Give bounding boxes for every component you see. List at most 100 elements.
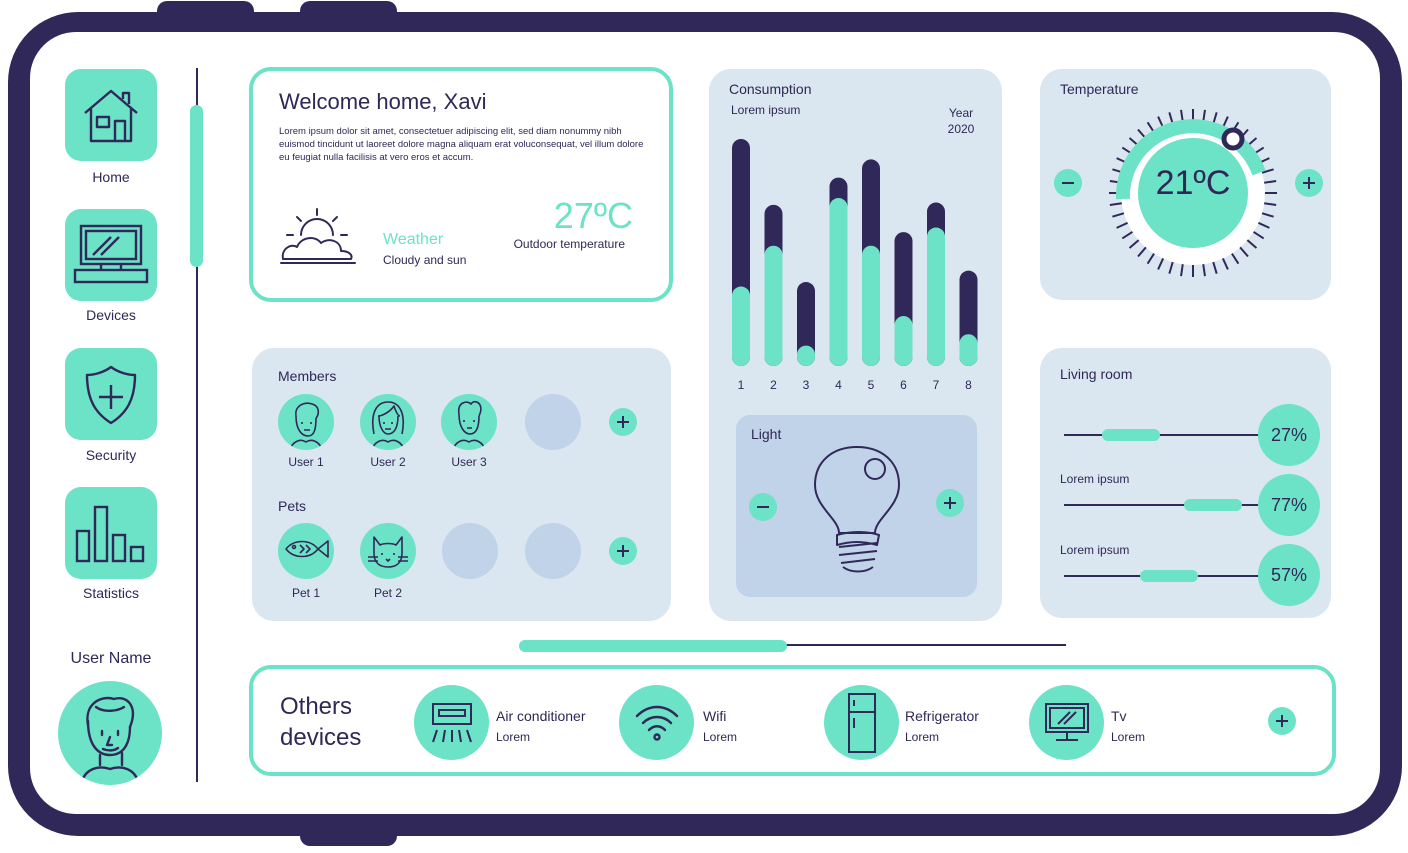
sidebar-item-security[interactable] [65,348,157,440]
pet-avatar-2[interactable] [360,523,416,579]
device-status: Lorem [703,730,738,744]
plus-icon [944,497,956,509]
dial-tick [1146,251,1156,265]
wifi-icon [635,705,678,741]
plus-icon [1303,177,1315,189]
chart-x-label: 7 [932,378,940,392]
slider-track [1064,434,1260,436]
user-label: User 1 [288,455,324,469]
user-avatar[interactable] [58,681,162,785]
chart-x-label: 6 [900,378,907,392]
consumption-bar-used [927,227,945,366]
slider-value: 57% [1258,544,1320,606]
consumption-bar-used [959,334,978,366]
user-label: User 3 [451,455,487,469]
dial-tick [1121,230,1135,240]
empty-member-slot[interactable] [525,394,581,450]
slider-label: Lorem ipsum [1060,543,1130,557]
tv-icon [1044,702,1089,741]
light-increase-button[interactable] [936,489,964,517]
chart-x-label: 8 [965,378,972,392]
slider-handle[interactable] [1184,499,1242,511]
light-control: Light [736,415,977,597]
consumption-chart [732,139,978,366]
welcome-body: Lorem ipsum dolor sit amet, consectetuer… [279,126,644,163]
cat-icon [368,536,408,568]
other-devices-title-line: devices [280,724,362,751]
add-device-button[interactable] [1268,707,1296,735]
slider-handle[interactable] [1140,570,1198,582]
dial-tick [1180,262,1185,277]
empty-pet-slot[interactable] [442,523,498,579]
device-air-conditioner[interactable] [414,685,489,760]
members-card: Members User 1 User 2 User 3 Pets Pet 1 … [252,348,671,621]
pet-label: Pet 1 [291,586,321,600]
dial-tick [1137,245,1148,258]
dial-tick [1112,211,1127,218]
device-name: Wifi [703,708,727,724]
device-name: Air conditioner [496,708,586,724]
frame-button [300,1,397,21]
sidebar-item-label: Home [92,169,130,185]
light-bulb-icon [814,446,900,573]
consumption-bar-used [829,198,848,366]
user-avatar-3[interactable] [441,394,497,450]
device-status: Lorem [1111,730,1146,744]
sun-cloud-icon [280,208,356,264]
dial-tick [1157,256,1165,270]
person-icon [289,402,323,450]
consumption-bar-used [862,245,880,366]
dial-tick [1109,201,1124,206]
pet-avatar-1[interactable] [278,523,334,579]
plus-icon [617,416,629,428]
user-avatar-1[interactable] [278,394,334,450]
thermostat-value: 21ºC [1155,164,1231,202]
chart-x-label: 4 [835,378,842,392]
dial-tick [1238,245,1249,258]
dial-tick [1168,259,1175,274]
slider-value: 27% [1258,404,1320,466]
horizontal-scrollbar[interactable] [519,640,787,652]
sidebar-item-statistics[interactable] [65,487,157,579]
light-decrease-button[interactable] [749,493,777,521]
device-name: Refrigerator [905,708,979,724]
other-devices-card: Others devices Air conditioner Lorem Wif… [249,665,1336,776]
plus-icon [617,545,629,557]
person-icon [452,400,486,450]
add-member-button[interactable] [609,408,637,436]
light-title: Light [751,426,782,442]
dial-knob[interactable] [1221,127,1245,151]
air-conditioner-icon [431,702,472,742]
dial-tick [1262,201,1277,206]
consumption-bar-used [894,316,913,366]
sidebar-item-label: Statistics [82,585,139,601]
empty-pet-slot[interactable] [525,523,581,579]
device-wifi[interactable] [619,685,694,760]
fish-icon [285,540,329,558]
vertical-scrollbar[interactable] [190,105,203,267]
welcome-title: Welcome home, Xavi [279,89,487,114]
house-icon [84,89,138,143]
add-pet-button[interactable] [609,537,637,565]
shield-plus-icon [85,365,137,425]
dial-tick [1211,259,1218,274]
chart-x-label: 1 [737,378,745,392]
sidebar-item-devices[interactable] [65,209,157,301]
temperature-increase-button[interactable] [1295,169,1323,197]
computer-icon [73,224,149,284]
frame-button [157,1,254,21]
sidebar-item-label: Security [85,447,137,463]
device-refrigerator[interactable] [824,685,899,760]
consumption-card: Consumption Lorem ipsum Year 2020 123456… [709,69,1002,621]
slider-handle[interactable] [1102,429,1160,441]
user-label: User 2 [370,455,406,469]
consumption-bar-used [764,245,783,366]
device-tv[interactable] [1029,685,1104,760]
user-avatar-2[interactable] [360,394,416,450]
temperature-decrease-button[interactable] [1054,169,1082,197]
dial-tick [1221,256,1229,270]
person-icon [371,401,405,450]
user-name: User Name [70,650,152,667]
sidebar-item-home[interactable] [65,69,157,161]
refrigerator-icon [847,692,876,753]
